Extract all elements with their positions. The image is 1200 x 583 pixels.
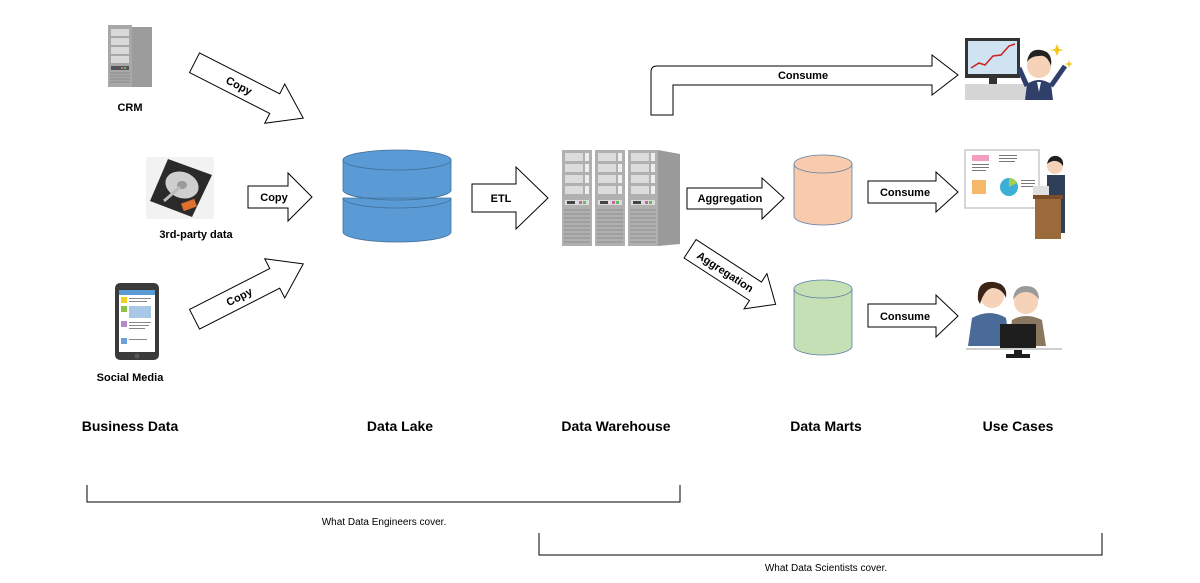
aggregation-arrow-1-label: Aggregation: [698, 193, 763, 205]
data-warehouse-server-icon: [562, 149, 680, 247]
hard-drive-icon: [146, 157, 214, 219]
consume-arrow-direct: Consume: [650, 53, 959, 116]
etl-arrow-label: ETL: [491, 193, 512, 205]
aggregation-arrow-2: Aggregation: [683, 238, 777, 310]
stage-label-data-lake: Data Lake: [367, 418, 433, 434]
consume-arrow-mart-1-label: Consume: [880, 187, 930, 199]
stage-label-use-cases: Use Cases: [983, 418, 1054, 434]
consultation-computer-icon: [966, 281, 1062, 358]
stage-label-data-marts: Data Marts: [790, 418, 862, 434]
data-mart-green-cylinder-icon: [793, 279, 853, 356]
engineers-coverage-bracket: [86, 485, 681, 503]
stock-chart-celebration-icon: [965, 38, 1073, 100]
stage-label-business-data: Business Data: [82, 418, 179, 434]
source-label-social-media: Social Media: [97, 372, 165, 384]
consume-arrow-direct-label: Consume: [778, 70, 828, 82]
scientists-coverage-bracket: [538, 533, 1103, 556]
crm-server-icon: [108, 25, 152, 87]
source-label-crm: CRM: [117, 102, 142, 114]
source-label-3rd-party: 3rd-party data: [159, 229, 233, 241]
presentation-icon: [964, 149, 1065, 239]
copy-arrow-3rd-party: Copy: [247, 171, 313, 223]
aggregation-arrow-1: Aggregation: [686, 176, 785, 221]
scientists-coverage-label: What Data Scientists cover.: [765, 563, 887, 574]
etl-arrow: ETL: [471, 165, 549, 231]
data-lake-cylinder-icon: [342, 149, 452, 243]
engineers-coverage-label: What Data Engineers cover.: [322, 517, 447, 528]
stage-label-data-warehouse: Data Warehouse: [561, 418, 670, 434]
copy-arrow-crm: Copy: [188, 52, 305, 124]
copy-arrow-3rd-party-label: Copy: [260, 192, 288, 204]
data-mart-orange-cylinder-icon: [793, 154, 853, 226]
consume-arrow-mart-2: Consume: [867, 293, 959, 339]
copy-arrow-social: Copy: [188, 258, 305, 330]
consume-arrow-mart-1: Consume: [867, 170, 959, 214]
smartphone-icon: [115, 283, 159, 360]
consume-arrow-mart-2-label: Consume: [880, 311, 930, 323]
